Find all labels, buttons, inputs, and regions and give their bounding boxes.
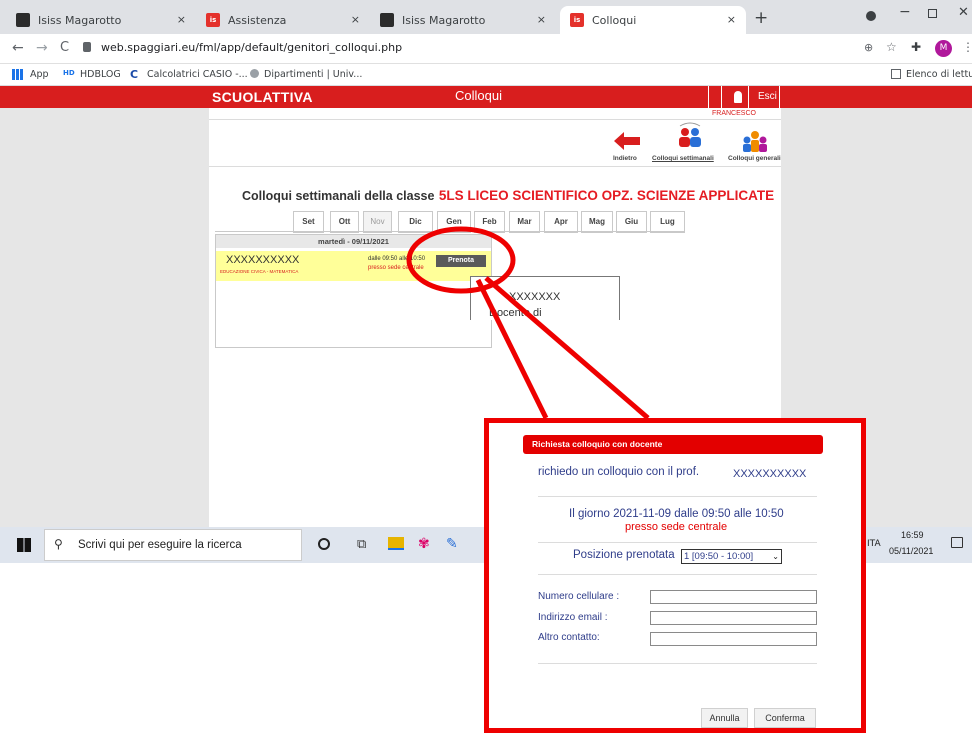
phone-label: Numero cellulare :	[538, 591, 620, 602]
dialog-title: Richiesta colloquio con docente	[523, 435, 823, 454]
divider	[538, 663, 817, 664]
chevron-down-icon: ⌄	[772, 552, 779, 561]
phone-input[interactable]	[650, 590, 817, 604]
notifications-icon[interactable]	[951, 537, 963, 548]
booking-dialog: Richiesta colloquio con docente richiedo…	[484, 418, 866, 733]
place-text: presso sede centrale	[625, 521, 728, 533]
file-explorer-icon[interactable]	[388, 537, 404, 550]
other-contact-label: Altro contatto:	[538, 632, 600, 643]
clock-date: 05/11/2021	[889, 546, 934, 556]
email-input[interactable]	[650, 611, 817, 625]
windows-start-icon[interactable]	[17, 538, 31, 552]
confirm-button[interactable]: Conferma	[754, 708, 816, 728]
clock-time: 16:59	[901, 530, 924, 540]
cortana-icon[interactable]	[318, 538, 330, 550]
email-label: Indirizzo email :	[538, 612, 608, 623]
position-select[interactable]: 1 [09:50 - 10:00] ⌄	[681, 549, 782, 564]
brush-icon[interactable]: ✎	[446, 536, 458, 552]
divider	[538, 496, 817, 497]
request-text: richiedo un colloquio con il prof.	[538, 466, 700, 478]
other-contact-input[interactable]	[650, 632, 817, 646]
task-view-icon[interactable]: ⧉	[357, 537, 366, 552]
divider	[538, 542, 817, 543]
screenshot-root: Isiss Magarotto × is Assistenza × Isiss …	[0, 0, 972, 735]
taskbar-search[interactable]: ⚲ Scrivi qui per eseguire la ricerca	[44, 529, 302, 561]
day-text: Il giorno 2021-11-09 dalle 09:50 alle 10…	[569, 508, 784, 520]
language-indicator: ITA	[867, 539, 881, 549]
search-icon: ⚲	[54, 537, 63, 551]
position-value: 1 [09:50 - 10:00]	[684, 551, 754, 562]
divider	[538, 574, 817, 575]
paint-icon[interactable]: ✾	[418, 536, 430, 552]
dialog-teacher: XXXXXXXXXX	[733, 468, 807, 480]
position-label: Posizione prenotata	[573, 549, 675, 561]
cancel-button[interactable]: Annulla	[701, 708, 748, 728]
search-placeholder: Scrivi qui per eseguire la ricerca	[78, 539, 242, 551]
